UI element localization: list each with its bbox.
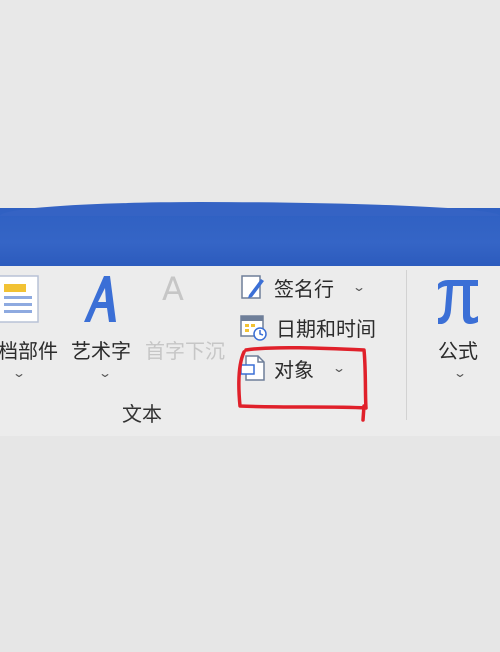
background-bottom xyxy=(0,436,500,652)
doc-parts-icon xyxy=(0,275,39,323)
group-divider xyxy=(406,270,407,420)
signature-pen-icon xyxy=(241,275,264,299)
object-icon xyxy=(240,355,265,381)
pi-icon xyxy=(438,280,478,324)
drop-cap-label: 首字下沉 xyxy=(145,339,225,363)
object-label: 对象 xyxy=(274,357,314,382)
datetime-button[interactable]: 日期和时间 xyxy=(240,312,376,342)
doc-parts-label: 档部件 xyxy=(0,339,58,363)
signature-line-label: 签名行 xyxy=(274,276,334,301)
signature-line-button[interactable]: 签名行 ⌄ xyxy=(240,272,366,302)
calendar-clock-icon xyxy=(240,315,267,341)
signature-line-chevron-icon[interactable]: ⌄ xyxy=(352,280,366,294)
drop-cap-icon: A xyxy=(162,270,184,308)
word-art-label: 艺术字 xyxy=(71,339,131,363)
formula-chevron-icon[interactable]: ⌄ xyxy=(453,366,467,380)
group-text-label: 文本 xyxy=(122,402,162,426)
word-art-chevron-icon[interactable]: ⌄ xyxy=(98,366,112,380)
background-top xyxy=(0,0,500,208)
formula-label: 公式 xyxy=(438,339,478,363)
doc-parts-chevron-icon[interactable]: ⌄ xyxy=(12,366,26,380)
datetime-label: 日期和时间 xyxy=(276,316,376,341)
title-bar-band xyxy=(0,202,500,266)
ribbon-panel: 档部件 ⌄ 艺术字 ⌄ A 首字下沉 签名行 ⌄ 日期和时间 对象 ⌄ 文本 公… xyxy=(0,266,500,436)
object-button[interactable]: 对象 ⌄ xyxy=(240,353,346,383)
word-art-icon xyxy=(84,276,116,322)
object-chevron-icon[interactable]: ⌄ xyxy=(332,361,346,375)
